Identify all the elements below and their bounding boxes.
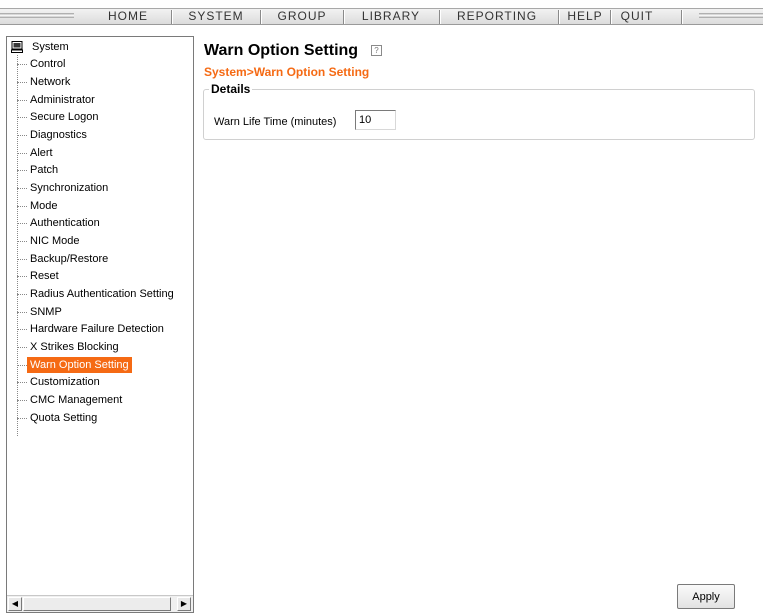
sidebar-item-label: Control	[30, 58, 66, 70]
sidebar-item-label: Network	[30, 76, 71, 88]
menu-separator	[171, 10, 173, 24]
main-content: Warn Option Setting ? System>Warn Option…	[196, 36, 763, 614]
menu-reporting[interactable]: REPORTING	[442, 8, 552, 25]
sidebar-tree-panel: System Control Network Administrator Sec…	[6, 36, 194, 613]
sidebar-item-label: Alert	[30, 147, 53, 159]
sidebar-item-label: Hardware Failure Detection	[30, 323, 164, 335]
menu-separator	[439, 10, 441, 24]
menu-separator	[681, 10, 683, 24]
navigation-tree: System Control Network Administrator Sec…	[7, 37, 193, 595]
sidebar-item-label: Authentication	[30, 217, 100, 229]
warn-life-time-label: Warn Life Time (minutes)	[214, 116, 337, 128]
tree-root-label: System	[32, 41, 69, 53]
menu-quit[interactable]: QUIT	[613, 8, 661, 25]
menu-separator	[260, 10, 262, 24]
sidebar-item-label: Reset	[30, 270, 59, 282]
scrollbar-thumb[interactable]	[23, 597, 171, 611]
breadcrumb: System>Warn Option Setting	[204, 65, 370, 79]
sidebar-item-label: Mode	[30, 200, 58, 212]
menu-home[interactable]: HOME	[87, 8, 169, 25]
sidebar-item-label: Quota Setting	[30, 412, 98, 424]
sidebar-item-label: Administrator	[30, 94, 95, 106]
right-arrow-icon[interactable]: ▶	[177, 597, 191, 611]
menu-help[interactable]: HELP	[561, 8, 609, 25]
sidebar-item-label: SNMP	[30, 306, 62, 318]
menu-separator	[610, 10, 612, 24]
menu-left-endcap	[0, 13, 74, 18]
menu-separator	[558, 10, 560, 24]
menu-system[interactable]: SYSTEM	[174, 8, 258, 25]
details-fieldset: Details Warn Life Time (minutes)	[203, 82, 755, 140]
sidebar-item-label: CMC Management	[30, 394, 123, 406]
help-icon[interactable]: ?	[371, 45, 382, 56]
apply-button[interactable]: Apply	[677, 584, 735, 609]
details-legend: Details	[209, 82, 253, 96]
sidebar-item-label: Radius Authentication Setting	[30, 288, 174, 300]
page-title: Warn Option Setting	[204, 42, 359, 59]
warn-life-time-input[interactable]	[355, 110, 396, 130]
sidebar-item-label: Patch	[30, 164, 59, 176]
menu-library[interactable]: LIBRARY	[346, 8, 436, 25]
sidebar-item-label: Backup/Restore	[30, 253, 109, 265]
sidebar-item-label: Warn Option Setting	[27, 357, 132, 373]
sidebar-item-label: Diagnostics	[30, 129, 87, 141]
menu-right-endcap	[699, 13, 763, 18]
tree-horizontal-scrollbar[interactable]: ◀ ▶	[7, 595, 193, 612]
menu-separator	[343, 10, 345, 24]
sidebar-item-label: Customization	[30, 376, 100, 388]
menu-group[interactable]: GROUP	[263, 8, 341, 25]
computer-icon	[11, 41, 23, 53]
sidebar-item-label: Synchronization	[30, 182, 109, 194]
sidebar-item-label: X Strikes Blocking	[30, 341, 119, 353]
sidebar-item-label: Secure Logon	[30, 111, 99, 123]
top-menu-bar: HOME SYSTEM GROUP LIBRARY REPORTING HELP…	[0, 0, 763, 32]
sidebar-item-label: NIC Mode	[30, 235, 80, 247]
tree-connector-line	[17, 55, 18, 436]
left-arrow-icon[interactable]: ◀	[8, 597, 22, 611]
